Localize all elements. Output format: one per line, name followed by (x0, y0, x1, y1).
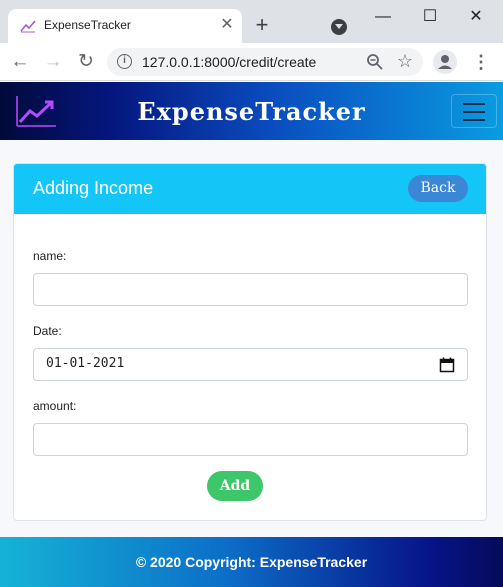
profile-avatar-icon[interactable] (433, 50, 457, 74)
forward-arrow-icon[interactable]: → (42, 51, 64, 73)
tab-title: ExpenseTracker (44, 18, 131, 32)
back-arrow-icon[interactable]: ← (9, 51, 31, 73)
date-label: Date: (33, 324, 62, 338)
name-label: name: (33, 249, 67, 263)
tab-search-icon[interactable] (331, 19, 347, 35)
browser-toolbar: ← → ↻ i 127.0.0.1:8000/credit/create ☆ ⋮ (0, 43, 503, 81)
minimize-icon[interactable]: — (372, 8, 394, 26)
date-field[interactable]: 01-01-2021 (33, 348, 468, 381)
browser-tab[interactable]: ExpenseTracker ✕ (8, 9, 242, 43)
info-icon[interactable]: i (117, 54, 132, 69)
reload-icon[interactable]: ↻ (75, 51, 97, 73)
address-bar[interactable]: i 127.0.0.1:8000/credit/create ☆ (107, 48, 423, 76)
name-field[interactable] (33, 273, 468, 306)
brand-title[interactable]: ExpenseTracker (0, 97, 503, 126)
new-tab-icon[interactable]: + (250, 14, 274, 38)
income-form-card: Adding Income Back name: Date: 01-01-202… (13, 163, 487, 521)
close-tab-icon[interactable]: ✕ (218, 16, 236, 34)
footer: © 2020 Copyright: ExpenseTracker (0, 537, 503, 587)
maximize-icon[interactable]: ☐ (419, 8, 441, 26)
page-title: Adding Income (33, 178, 154, 198)
hamburger-icon[interactable] (451, 94, 497, 128)
browser-tabstrip: ExpenseTracker ✕ + — ☐ ✕ (0, 0, 503, 43)
main-content: Adding Income Back name: Date: 01-01-202… (0, 140, 503, 537)
add-button[interactable]: Add (207, 471, 263, 501)
footer-copyright: © 2020 Copyright: ExpenseTracker (135, 554, 368, 570)
favicon-chart-icon (20, 20, 36, 33)
card-header: Adding Income Back (14, 164, 486, 214)
url-text[interactable]: 127.0.0.1:8000/credit/create (142, 54, 316, 70)
amount-label: amount: (33, 399, 77, 413)
menu-dots-icon[interactable]: ⋮ (470, 51, 492, 73)
calendar-icon[interactable] (439, 357, 455, 373)
close-window-icon[interactable]: ✕ (465, 8, 487, 26)
zoom-icon[interactable] (365, 52, 385, 72)
star-icon[interactable]: ☆ (395, 51, 415, 71)
app-navbar: ExpenseTracker (0, 82, 503, 140)
back-button[interactable]: Back (408, 175, 468, 202)
amount-field[interactable] (33, 423, 468, 456)
date-field-value: 01-01-2021 (46, 356, 125, 371)
